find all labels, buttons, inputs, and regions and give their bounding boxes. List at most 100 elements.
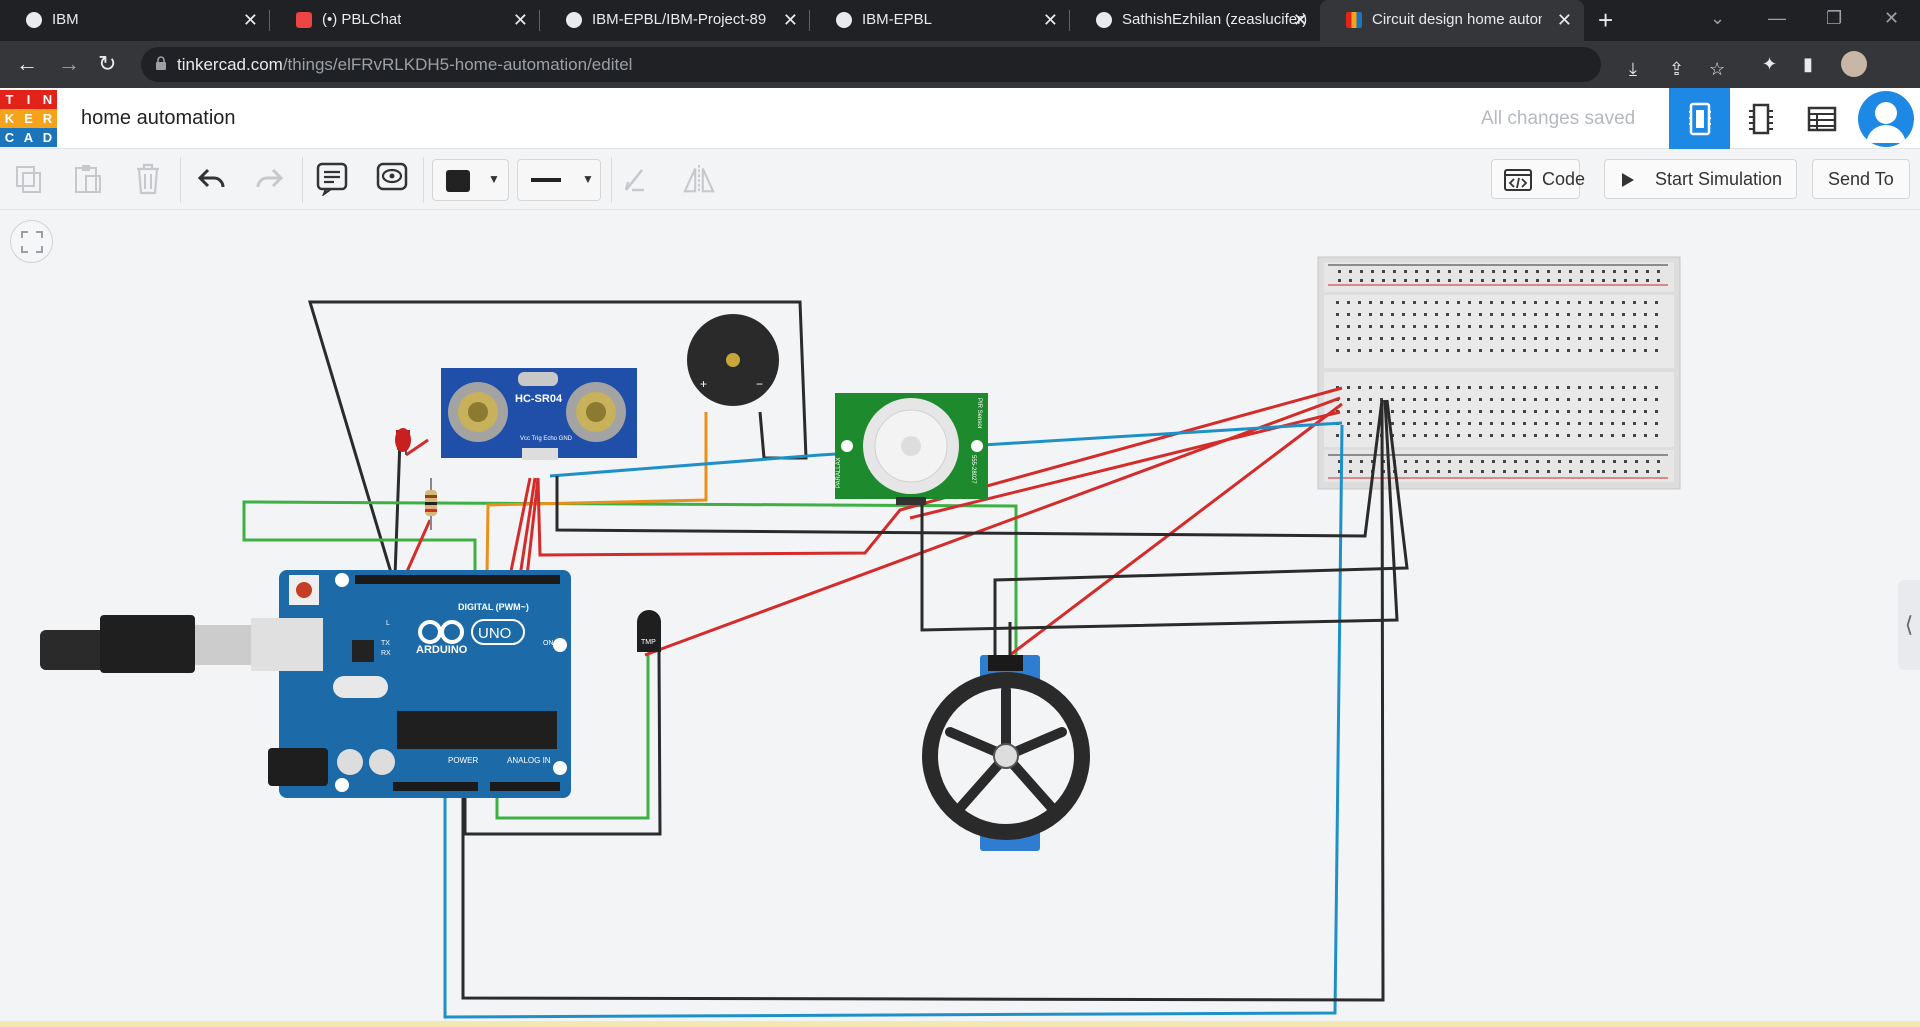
arduino-power-label: POWER xyxy=(448,756,478,765)
back-icon[interactable]: ← xyxy=(16,51,38,77)
close-icon[interactable]: ✕ xyxy=(513,10,528,31)
breadboard-icon xyxy=(1688,102,1711,135)
browser-tab-strip: IBM ✕ (•) PBLChat ✕ IBM-EPBL/IBM-Project… xyxy=(0,0,1920,41)
github-icon xyxy=(566,12,582,28)
tinkercad-logo[interactable]: TINKERCAD xyxy=(0,90,57,147)
close-icon[interactable]: ✕ xyxy=(1293,10,1308,31)
avatar[interactable] xyxy=(1841,51,1867,77)
globe-icon xyxy=(26,12,42,28)
extensions-icon[interactable]: ✦ xyxy=(1762,54,1777,75)
toolbar-divider xyxy=(180,157,181,203)
address-bar-row: ← → ↻ tinkercad.com/things/elFRvRLKDH5-h… xyxy=(0,41,1920,88)
avatar[interactable] xyxy=(1858,91,1914,147)
arduino-tx-label: TX xyxy=(381,640,390,647)
reload-icon[interactable]: ↻ xyxy=(98,51,116,77)
browser-tab[interactable]: IBM-EPBL ✕ xyxy=(810,0,1070,41)
share-icon[interactable]: ⇪ xyxy=(1669,59,1684,80)
caret-down-icon: ▼ xyxy=(488,172,500,186)
logo-letter: R xyxy=(38,109,57,128)
side-panel-icon[interactable]: ▮ xyxy=(1803,54,1813,75)
chevron-down-icon[interactable]: ⌄ xyxy=(1710,8,1725,29)
wire-type-dropdown[interactable]: ▼ xyxy=(517,159,601,201)
wire-color-dropdown[interactable]: ▼ xyxy=(432,159,509,201)
save-status: All changes saved xyxy=(1481,108,1636,129)
close-icon[interactable]: ✕ xyxy=(243,10,258,31)
play-icon xyxy=(1622,173,1634,187)
forward-icon[interactable]: → xyxy=(58,51,80,77)
tmp-label: TMP xyxy=(641,639,656,646)
circuit-view-button[interactable] xyxy=(1669,88,1730,149)
notes-icon[interactable] xyxy=(315,162,349,196)
rotate-icon[interactable] xyxy=(620,162,654,196)
circuit-canvas[interactable]: HC-SR04 Vcc Trig Echo GND + − PIR Sensor… xyxy=(0,210,1920,1027)
breadboard[interactable] xyxy=(1317,256,1681,490)
schematic-view-button[interactable] xyxy=(1730,88,1791,149)
delete-icon[interactable] xyxy=(131,162,165,196)
code-button[interactable]: Code xyxy=(1491,159,1585,199)
pir-part-label: 555-28027 xyxy=(970,455,976,484)
schematic-icon xyxy=(1748,103,1773,134)
editor-toolbar: ▼ ▼ Code Start Simulation Send To xyxy=(0,149,1920,210)
wire-style-icon xyxy=(531,178,561,182)
browser-tab[interactable]: IBM-EPBL/IBM-Project-897( ✕ xyxy=(540,0,810,41)
buzzer-plus-label: + xyxy=(700,377,707,391)
toolbar-divider xyxy=(302,157,303,203)
component-list-button[interactable] xyxy=(1791,88,1852,149)
tab-title: (•) PBLChat xyxy=(322,11,402,28)
start-simulation-label: Start Simulation xyxy=(1655,168,1783,189)
code-icon xyxy=(1504,169,1532,191)
browser-tab-active[interactable]: Circuit design home autom ✕ xyxy=(1320,0,1584,41)
tinkercad-icon xyxy=(1346,12,1362,28)
servo-motor[interactable] xyxy=(922,655,1090,851)
start-simulation-button[interactable]: Start Simulation xyxy=(1604,159,1797,199)
pir-brand-label: PARALLAX xyxy=(836,457,842,488)
view-notes-icon[interactable] xyxy=(375,162,409,196)
close-icon[interactable]: ✕ xyxy=(1557,10,1572,31)
status-strip xyxy=(0,1021,1920,1027)
github-icon xyxy=(836,12,852,28)
logo-letter: K xyxy=(0,109,19,128)
redo-icon[interactable] xyxy=(252,162,286,196)
address-input[interactable]: tinkercad.com/things/elFRvRLKDH5-home-au… xyxy=(141,47,1725,82)
pir-sensor[interactable]: PIR Sensor 555-28027 PARALLAX xyxy=(835,393,988,505)
arduino-rx-label: RX xyxy=(381,650,391,657)
lock-icon xyxy=(156,56,166,70)
resistor[interactable] xyxy=(425,478,437,530)
close-window-icon[interactable]: ✕ xyxy=(1884,8,1899,29)
close-icon[interactable]: ✕ xyxy=(1043,10,1058,31)
caret-down-icon: ▼ xyxy=(582,172,594,186)
paste-icon[interactable] xyxy=(71,162,105,196)
arduino-brand-label: ARDUINO xyxy=(416,644,468,656)
new-tab-icon[interactable]: + xyxy=(1598,5,1613,36)
browser-tab[interactable]: SathishEzhilan (zeaslucifer) ✕ xyxy=(1070,0,1320,41)
arduino-digital-label: DIGITAL (PWM~) xyxy=(458,602,529,612)
flip-icon[interactable] xyxy=(682,162,716,196)
tab-title: IBM-EPBL/IBM-Project-897( xyxy=(592,11,767,28)
ultrasonic-pins-label: Vcc Trig Echo GND xyxy=(520,436,573,442)
temperature-sensor[interactable]: TMP xyxy=(637,610,661,652)
circuit-drawing: HC-SR04 Vcc Trig Echo GND + − PIR Sensor… xyxy=(40,256,1681,1019)
logo-letter: A xyxy=(19,128,38,147)
piezo-buzzer[interactable]: + − xyxy=(687,314,779,406)
bookmark-star-icon[interactable]: ☆ xyxy=(1709,59,1725,80)
logo-letter: C xyxy=(0,128,19,147)
project-title[interactable]: home automation xyxy=(81,107,236,130)
ultrasonic-sensor[interactable]: HC-SR04 Vcc Trig Echo GND xyxy=(441,368,637,460)
restore-icon[interactable]: ❐ xyxy=(1826,8,1842,29)
send-to-button[interactable]: Send To xyxy=(1812,159,1910,199)
arduino-l-label: L xyxy=(386,620,390,627)
component-panel-toggle[interactable]: ⟨ xyxy=(1898,580,1920,670)
browser-tab[interactable]: IBM ✕ xyxy=(0,0,270,41)
toolbar-divider xyxy=(611,157,612,203)
arduino-uno[interactable]: ARDUINO UNO DIGITAL (PWM~) POWER ANALOG … xyxy=(40,570,571,798)
copy-icon[interactable] xyxy=(12,162,46,196)
chevron-left-icon: ⟨ xyxy=(1904,612,1914,637)
undo-icon[interactable] xyxy=(195,162,229,196)
browser-tab[interactable]: (•) PBLChat ✕ xyxy=(270,0,540,41)
arduino-on-label: ON xyxy=(543,640,554,647)
install-icon[interactable]: ⤓ xyxy=(1629,59,1637,80)
minimize-icon[interactable]: — xyxy=(1768,8,1786,29)
close-icon[interactable]: ✕ xyxy=(783,10,798,31)
code-label: Code xyxy=(1542,168,1586,189)
led[interactable] xyxy=(395,428,411,455)
